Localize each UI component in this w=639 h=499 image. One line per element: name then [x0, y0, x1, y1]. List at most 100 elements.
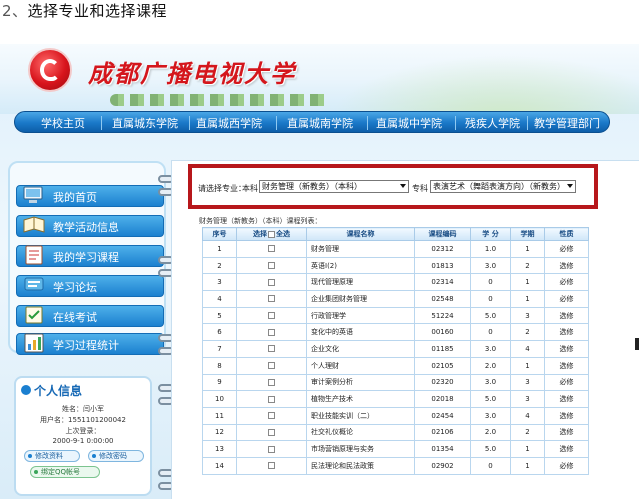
last-login-time: 2000-9-1 0:00:00 [52, 437, 114, 445]
header-background-art [300, 44, 639, 114]
nav-separator [189, 116, 190, 130]
cell-index: 10 [202, 390, 237, 408]
table-row: 2 英语Ⅰ(2) 01813 3.0 2 选修 [202, 256, 589, 275]
nav-item-east-college[interactable]: 直属城东学院 [112, 115, 178, 131]
nav-item-south-college[interactable]: 直属城南学院 [287, 115, 353, 131]
course-checkbox[interactable] [268, 328, 275, 336]
change-password-button[interactable]: 修改密码 [88, 450, 144, 462]
edit-profile-button[interactable]: 修改资料 [24, 450, 80, 462]
exam-icon [25, 306, 43, 324]
chevron-down-icon [567, 184, 573, 188]
sidebar-item-label: 学习过程统计 [53, 339, 119, 352]
table-header-row: 序号 选择 全选 课程名称 课程编码 学 分 学期 性质 [202, 227, 589, 241]
table-row: 1 财务管理 02312 1.0 1 必修 [202, 240, 589, 258]
course-checkbox[interactable] [268, 378, 275, 386]
cell-index: 4 [202, 290, 237, 308]
cell-type: 选修 [544, 440, 589, 458]
cell-type: 选修 [544, 256, 589, 275]
cell-credit: 5.0 [470, 440, 511, 458]
sidebar-item-label: 学习论坛 [53, 281, 97, 294]
table-row: 10 植物生产技术 02018 5.0 3 选修 [202, 390, 589, 408]
nav-separator [101, 116, 102, 130]
table-row: 7 企业文化 01185 3.0 4 选修 [202, 340, 589, 358]
nav-item-teaching-dept[interactable]: 教学管理部门 [534, 115, 600, 131]
cell-course-code: 01354 [414, 440, 471, 458]
cell-credit: 3.0 [470, 256, 511, 275]
cell-course-name: 变化中的英语 [306, 323, 415, 342]
course-checkbox[interactable] [268, 262, 275, 270]
table-row: 13 市场营销原理与实务 01354 5.0 1 选修 [202, 440, 589, 458]
cell-type: 必修 [544, 456, 589, 475]
cell-course-code: 01185 [414, 340, 471, 358]
cell-index: 11 [202, 406, 237, 425]
sidebar-item-forum[interactable]: 学习论坛 [16, 275, 164, 297]
sidebar-item-online-exam[interactable]: 在线考试 [16, 305, 164, 327]
cell-type: 选修 [544, 323, 589, 342]
cell-type: 选修 [544, 423, 589, 442]
table-row: 3 现代管理原理 02314 0 1 必修 [202, 273, 589, 292]
cell-term: 4 [510, 340, 545, 358]
table-row: 12 社交礼仪概论 02106 2.0 2 选修 [202, 423, 589, 442]
sidebar-item-label: 我的首页 [53, 191, 97, 204]
nav-item-disabled-college[interactable]: 残疾人学院 [465, 115, 520, 131]
nav-item-school-home[interactable]: 学校主页 [41, 115, 85, 131]
cell-course-code: 02454 [414, 406, 471, 425]
header-credit: 学 分 [470, 227, 511, 241]
cell-select [236, 406, 307, 425]
cell-select [236, 456, 307, 475]
cell-credit: 0 [470, 290, 511, 308]
course-checkbox[interactable] [268, 412, 275, 420]
course-checkbox[interactable] [268, 462, 275, 470]
cell-index: 8 [202, 356, 237, 375]
course-checkbox[interactable] [268, 295, 275, 303]
course-table-body: 1 财务管理 02312 1.0 1 必修 2 英语Ⅰ(2) 01813 3.0 2 选修 3 现代管理原… [202, 240, 589, 475]
benke-major-select[interactable]: 财务管理（新教务）（本科） [259, 180, 409, 193]
forum-icon [24, 277, 44, 291]
cell-index: 5 [202, 306, 237, 325]
benke-label: 本科 [242, 184, 258, 193]
tv-university-logo-icon [28, 48, 72, 92]
nav-item-west-college[interactable]: 直属城西学院 [196, 115, 262, 131]
cell-course-code: 02312 [414, 240, 471, 258]
header-trees-art [110, 94, 330, 106]
sidebar-item-my-courses[interactable]: 我的学习课程 [16, 245, 164, 267]
course-checkbox[interactable] [268, 445, 275, 453]
cell-credit: 3.0 [470, 373, 511, 392]
header-select: 选择 全选 [236, 227, 307, 241]
cell-select [236, 356, 307, 375]
last-login-label: 上次登录： [65, 427, 101, 435]
header-select-all-label: 全选 [276, 230, 290, 238]
cell-credit: 1.0 [470, 240, 511, 258]
course-checkbox[interactable] [268, 245, 275, 253]
personal-info-panel: 个人信息 姓名：闫小军 用户名：1551101200042 上次登录： 2000… [14, 376, 152, 496]
sidebar-item-my-home[interactable]: 我的首页 [16, 185, 164, 207]
benke-major-value: 财务管理（新教务）（本科） [262, 182, 362, 191]
course-checkbox[interactable] [268, 312, 275, 320]
cell-credit: 0 [470, 456, 511, 475]
cell-select [236, 423, 307, 442]
course-checkbox[interactable] [268, 428, 275, 436]
cell-index: 12 [202, 423, 237, 442]
course-checkbox[interactable] [268, 362, 275, 370]
cell-course-name: 企业集团财务管理 [306, 290, 415, 308]
nav-separator [276, 116, 277, 130]
select-all-checkbox[interactable] [268, 230, 275, 238]
cell-course-name: 市场营销原理与实务 [306, 440, 415, 458]
computer-icon [23, 186, 43, 203]
cell-course-code: 02105 [414, 356, 471, 375]
user-name: 姓名：闫小军 [62, 405, 104, 413]
notebook-icon [25, 245, 43, 265]
course-checkbox[interactable] [268, 278, 275, 286]
bind-qq-button[interactable]: 绑定QQ帐号 [30, 466, 100, 478]
cell-select [236, 340, 307, 358]
course-checkbox[interactable] [268, 345, 275, 353]
header-course-name: 课程名称 [306, 227, 415, 241]
course-checkbox[interactable] [268, 395, 275, 403]
nav-item-central-college[interactable]: 直属城中学院 [376, 115, 442, 131]
sidebar-item-study-stats[interactable]: 学习过程统计 [16, 333, 164, 355]
sidebar-item-teaching-info[interactable]: 教学活动信息 [16, 215, 164, 237]
zhuanke-major-select[interactable]: 表演艺术（舞蹈表演方向）（新教务） [430, 180, 576, 193]
nav-separator [455, 116, 456, 130]
cell-course-code: 02106 [414, 423, 471, 442]
cell-type: 必修 [544, 290, 589, 308]
